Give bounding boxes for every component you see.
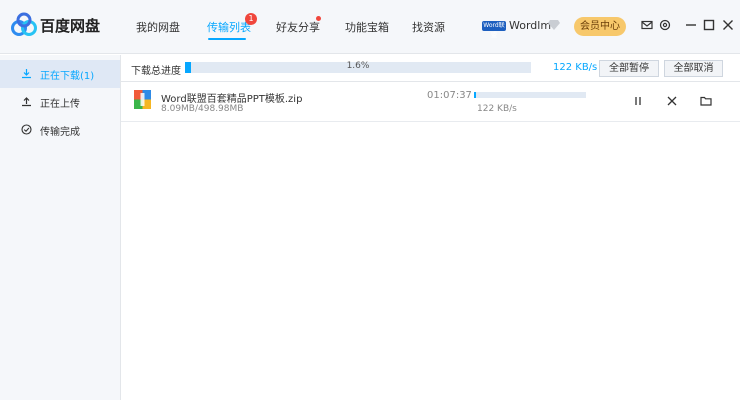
minimize-icon[interactable] (685, 19, 697, 31)
total-speed: 122 KB/s (553, 62, 598, 73)
title-bar: 百度网盘 我的网盘 传输列表 1 好友分享 功能宝箱 找资源 Word联盟 Wo… (0, 0, 740, 54)
vip-center-button[interactable]: 会员中心 (574, 17, 626, 36)
maximize-icon[interactable] (703, 19, 715, 31)
sidebar-item-downloading[interactable]: 正在下载(1) (0, 60, 120, 88)
file-name: Word联盟百套精品PPT模板.zip (161, 94, 303, 105)
zip-file-icon (134, 90, 151, 109)
upload-icon (22, 97, 31, 107)
sidebar-item-completed[interactable]: 传输完成 (0, 116, 120, 144)
cancel-all-button[interactable]: 全部取消 (664, 60, 723, 77)
download-progress-bar (474, 92, 586, 98)
app-title: 百度网盘 (40, 17, 101, 35)
pause-all-button[interactable]: 全部暂停 (599, 60, 659, 77)
sidebar-item-label: 传输完成 (40, 127, 80, 138)
folder-icon[interactable] (700, 95, 712, 107)
total-progress-bar: 1.6% (185, 61, 531, 73)
tab-my-netdisk[interactable]: 我的网盘 (136, 19, 180, 35)
baidu-netdisk-logo-icon (11, 12, 37, 36)
download-icon (22, 69, 31, 79)
settings-icon[interactable] (659, 19, 671, 31)
sidebar: 正在下载(1) 正在上传 传输完成 (0, 55, 121, 400)
notification-dot (316, 16, 321, 21)
diamond-icon (548, 20, 560, 30)
total-progress-percent: 1.6% (346, 61, 370, 71)
tab-toolbox[interactable]: 功能宝箱 (345, 19, 389, 35)
sidebar-item-label: 正在上传 (40, 99, 80, 110)
sidebar-item-label: 正在下载(1) (40, 71, 95, 82)
check-circle-icon (21, 124, 32, 135)
download-speed: 122 KB/s (477, 104, 517, 114)
tab-transfer-list[interactable]: 传输列表 (207, 19, 251, 35)
user-name[interactable]: Wordlm (509, 19, 551, 32)
mail-icon[interactable] (641, 19, 653, 31)
transfer-count-badge: 1 (245, 13, 257, 25)
file-size: 8.09MB/498.98MB (161, 104, 244, 114)
tab-find-resources[interactable]: 找资源 (412, 19, 445, 35)
sidebar-item-uploading[interactable]: 正在上传 (0, 88, 120, 116)
avatar[interactable]: Word联盟 (482, 21, 506, 39)
time-remaining: 01:07:37 (427, 90, 472, 101)
tab-friend-share[interactable]: 好友分享 (276, 19, 320, 35)
close-icon[interactable] (666, 95, 678, 107)
table-row[interactable]: Word联盟百套精品PPT模板.zip 8.09MB/498.98MB 01:0… (121, 82, 740, 122)
pause-icon[interactable] (632, 95, 644, 107)
transfer-toolbar: 下载总进度 1.6% 122 KB/s 全部暂停 全部取消 (121, 55, 740, 82)
close-icon[interactable] (722, 19, 734, 31)
download-progress-fill (474, 92, 476, 98)
total-progress-label: 下载总进度 (131, 66, 181, 77)
active-tab-indicator (208, 38, 246, 40)
